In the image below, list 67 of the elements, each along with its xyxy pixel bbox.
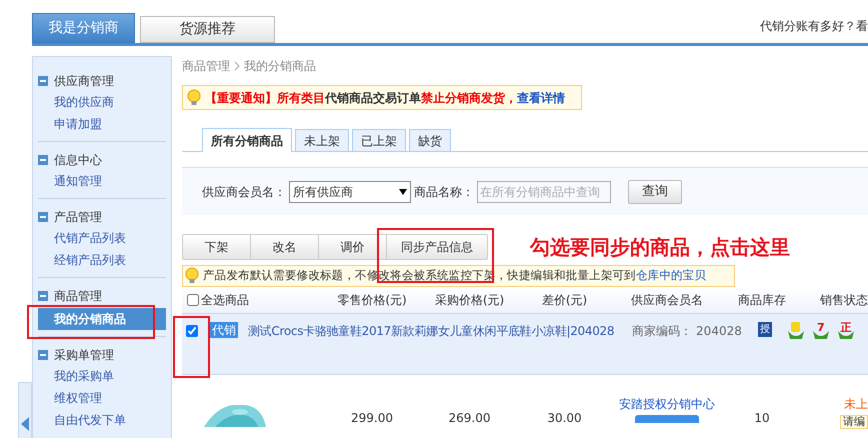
action-button[interactable]: 同步产品信息 — [387, 235, 487, 259]
name-label: 商品名称： — [414, 184, 474, 200]
supplier-select[interactable]: 所有供应商 — [289, 180, 411, 202]
sidebar-group-title: 信息中心 — [54, 152, 102, 169]
sidebar-item[interactable]: 申请加盟 — [38, 113, 166, 135]
lightbulb-icon — [185, 267, 199, 285]
sidebar-item[interactable]: 自由代发下单 — [38, 409, 166, 431]
content-tab[interactable]: 缺货 — [409, 129, 451, 151]
select-all-label: 全选商品 — [201, 292, 249, 309]
price-difference: 30.00 — [546, 410, 583, 427]
sidebar-group-title: 商品管理 — [54, 288, 102, 305]
sidebar-item[interactable]: 我的采购单 — [38, 365, 166, 387]
authorized-badge: 授 — [758, 322, 772, 337]
column-header: 销售状态 — [819, 292, 868, 309]
edit-hint[interactable]: 请编 — [840, 415, 868, 429]
collapse-icon[interactable] — [38, 350, 48, 360]
column-header: 供应商会员名 — [630, 292, 704, 309]
name-search-field[interactable]: 在所有分销商品中查询 — [477, 180, 611, 202]
breadcrumb-current: 我的分销商品 — [244, 58, 316, 75]
supplier-link[interactable]: 安踏授权分销中心 — [619, 395, 715, 413]
column-header: 零售价格(元) — [336, 292, 408, 309]
supplier-label: 供应商会员名： — [202, 184, 286, 200]
collapse-icon[interactable] — [38, 291, 48, 301]
sidebar-group-title: 供应商管理 — [54, 73, 114, 90]
product-title-link[interactable]: 测试Crocs卡骆驰童鞋2017新款莉娜女儿童休闲平底鞋小凉鞋|204028 — [248, 322, 614, 374]
chevron-right-icon — [234, 61, 240, 71]
content-tab[interactable]: 所有分销商品 — [202, 128, 292, 152]
promo-link[interactable]: 代销分账有多好？看 — [760, 17, 868, 35]
sidebar-item[interactable]: 通知管理 — [38, 170, 166, 192]
distribution-tag: 代销 — [210, 322, 238, 338]
column-header: 差价(元) — [540, 292, 588, 309]
collapse-icon[interactable] — [38, 155, 48, 165]
sidebar-item[interactable]: 我的供应商 — [38, 91, 166, 113]
purchase-price: 269.00 — [448, 410, 492, 427]
sidebar-item[interactable]: 我的分销商品 — [38, 308, 166, 330]
dropdown-arrow-icon — [399, 188, 407, 194]
sidebar-item[interactable]: 代销产品列表 — [38, 227, 166, 249]
annotation-frame — [173, 316, 210, 378]
search-button[interactable]: 查询 — [628, 180, 682, 204]
column-header: 商品库存 — [737, 292, 787, 309]
collapse-icon[interactable] — [38, 212, 48, 222]
service-badge-icon — [788, 322, 804, 339]
action-button[interactable]: 调价 — [319, 235, 387, 259]
action-button[interactable]: 改名 — [251, 235, 319, 259]
sidebar-item[interactable]: 经销产品列表 — [38, 249, 166, 271]
lightbulb-icon — [187, 88, 201, 106]
action-button[interactable]: 下架 — [183, 235, 251, 259]
row-checkbox[interactable] — [186, 325, 198, 337]
select-all-checkbox[interactable] — [187, 294, 199, 306]
top-tab[interactable]: 货源推荐 — [140, 16, 275, 43]
sidebar-item[interactable]: 维权管理 — [38, 387, 166, 409]
content-tab[interactable]: 未上架 — [295, 129, 349, 151]
left-arrow-icon — [21, 417, 29, 431]
supplier-badge-icon — [635, 415, 699, 423]
collapse-icon[interactable] — [38, 76, 48, 86]
retail-price: 299.00 — [350, 410, 394, 427]
sidebar-group-title: 采购单管理 — [54, 347, 114, 364]
breadcrumb-link[interactable]: 商品管理 — [182, 57, 230, 75]
content-tab[interactable]: 已上架 — [352, 129, 406, 151]
sale-status: 未上 — [844, 396, 868, 413]
merchant-code: 商家编码： 204028 — [632, 323, 742, 340]
column-header: 采购价格(元) — [434, 292, 506, 309]
warehouse-link[interactable]: 仓库中的宝贝 — [636, 268, 706, 282]
stock-count: 10 — [753, 410, 771, 427]
annotation-text: 勾选要同步的商品，点击这里 — [530, 234, 790, 261]
notice-text: 【重要通知】所有类目代销商品交易订单禁止分销商发货，查看详情 — [205, 90, 565, 106]
sidebar-group-title: 产品管理 — [54, 209, 102, 226]
